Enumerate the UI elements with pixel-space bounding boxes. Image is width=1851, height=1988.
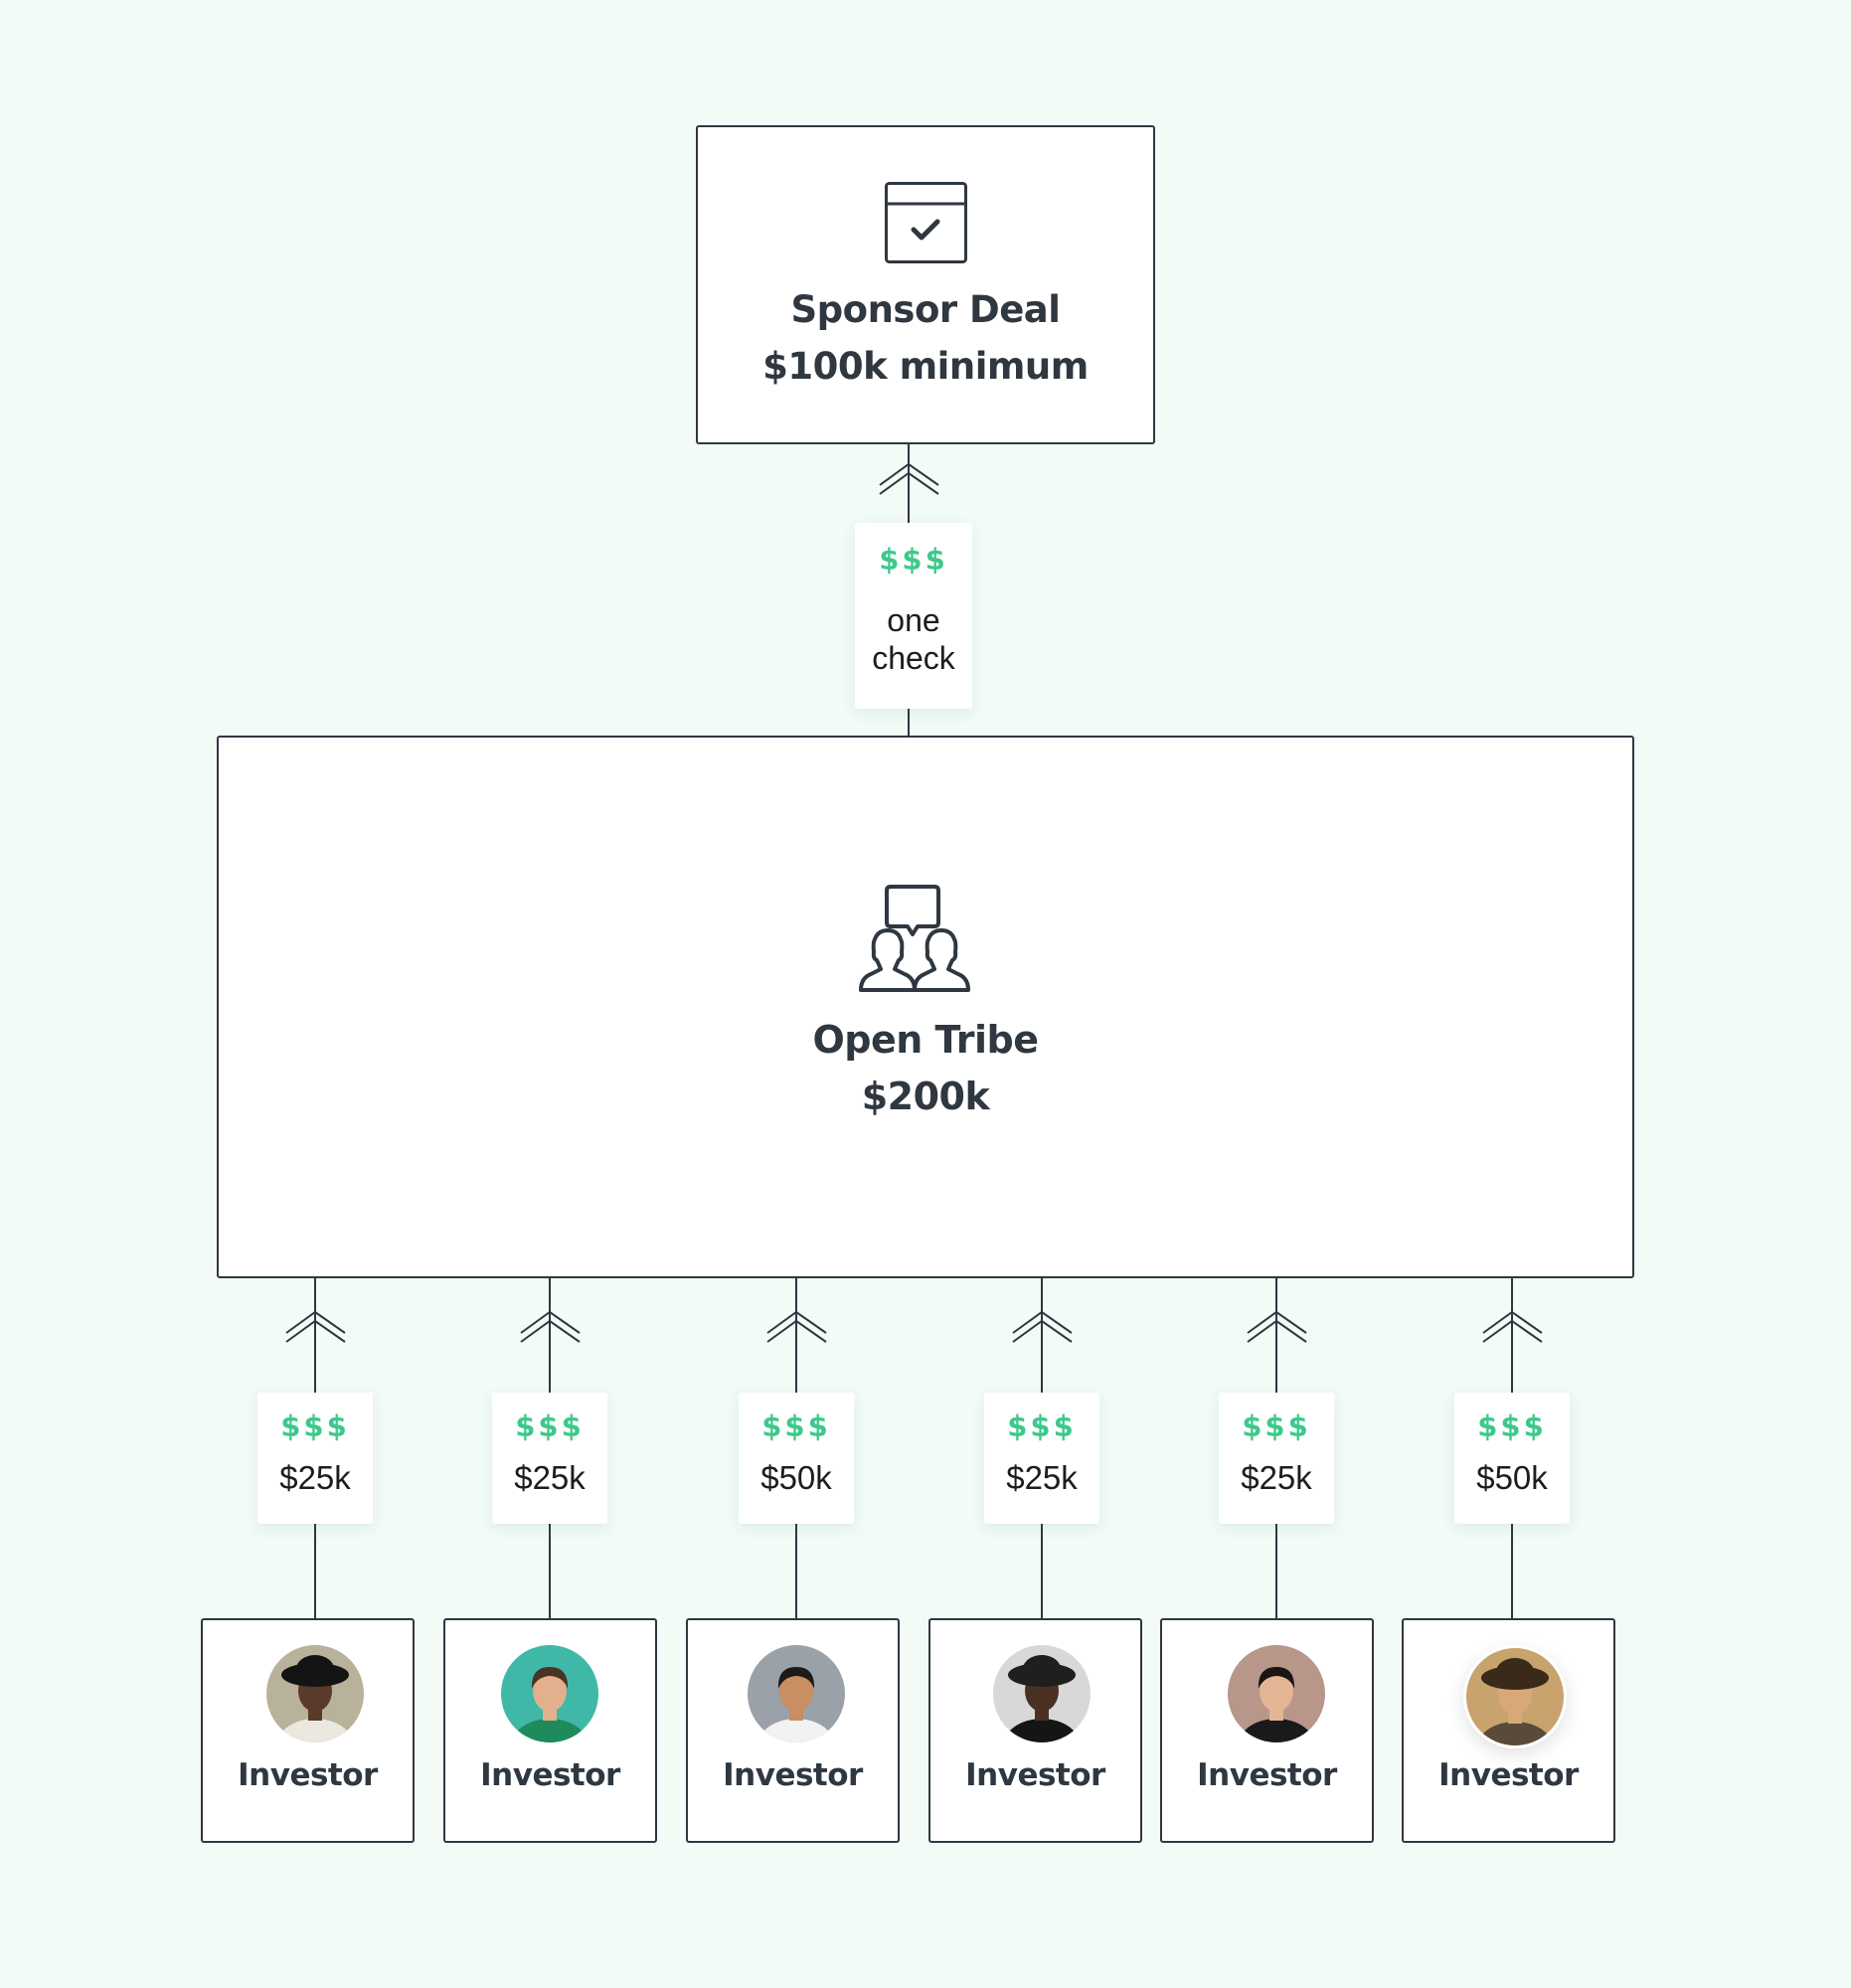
investor-label: Investor: [238, 1757, 378, 1793]
investor-box[interactable]: Investor: [1402, 1618, 1615, 1843]
avatar: [1228, 1645, 1325, 1742]
one-check-line1: one: [887, 602, 940, 638]
open-tribe-title: Open Tribe: [812, 1018, 1039, 1062]
contribution-tag: $$$ $50k: [1454, 1393, 1570, 1524]
avatar: [748, 1645, 845, 1742]
money-icon: $$$: [280, 1409, 350, 1443]
one-check-tag: $$$ one check: [855, 523, 972, 709]
group-chat-icon: [859, 885, 970, 992]
contribution-amount: $25k: [514, 1459, 586, 1496]
contribution-tag: $$$ $25k: [257, 1393, 373, 1524]
money-icon: $$$: [761, 1409, 831, 1443]
sponsor-deal-box[interactable]: Sponsor Deal $100k minimum: [696, 125, 1155, 444]
investor-box[interactable]: Investor: [928, 1618, 1142, 1843]
contribution-amount: $25k: [1241, 1459, 1312, 1496]
money-icon: $$$: [1007, 1409, 1077, 1443]
investor-label: Investor: [723, 1757, 863, 1793]
investor-box[interactable]: Investor: [443, 1618, 657, 1843]
avatar: [1463, 1645, 1567, 1748]
open-tribe-box[interactable]: Open Tribe $200k: [217, 736, 1634, 1278]
open-tribe-amount: $200k: [861, 1075, 990, 1118]
sponsor-deal-title: Sponsor Deal: [790, 288, 1061, 331]
investor-label: Investor: [965, 1757, 1105, 1793]
investor-label: Investor: [480, 1757, 620, 1793]
money-icon: $$$: [1477, 1409, 1547, 1443]
investor-box[interactable]: Investor: [686, 1618, 900, 1843]
contribution-amount: $25k: [279, 1459, 351, 1496]
avatar: [501, 1645, 598, 1742]
money-icon: $$$: [515, 1409, 585, 1443]
investor-label: Investor: [1438, 1757, 1579, 1793]
calendar-check-icon: [885, 182, 967, 263]
investor-label: Investor: [1197, 1757, 1337, 1793]
investor-box[interactable]: Investor: [1160, 1618, 1374, 1843]
contribution-tag: $$$ $25k: [1219, 1393, 1334, 1524]
investor-box[interactable]: Investor: [201, 1618, 415, 1843]
contribution-tag: $$$ $50k: [739, 1393, 854, 1524]
contribution-amount: $50k: [760, 1459, 832, 1496]
avatar: [993, 1645, 1091, 1742]
one-check-line2: check: [872, 640, 955, 676]
money-icon: $$$: [879, 543, 948, 577]
avatar: [266, 1645, 364, 1742]
sponsor-deal-minimum: $100k minimum: [762, 345, 1089, 388]
contribution-tag: $$$ $25k: [492, 1393, 607, 1524]
contribution-amount: $25k: [1006, 1459, 1078, 1496]
contribution-tag: $$$ $25k: [984, 1393, 1099, 1524]
contribution-amount: $50k: [1476, 1459, 1548, 1496]
money-icon: $$$: [1242, 1409, 1311, 1443]
